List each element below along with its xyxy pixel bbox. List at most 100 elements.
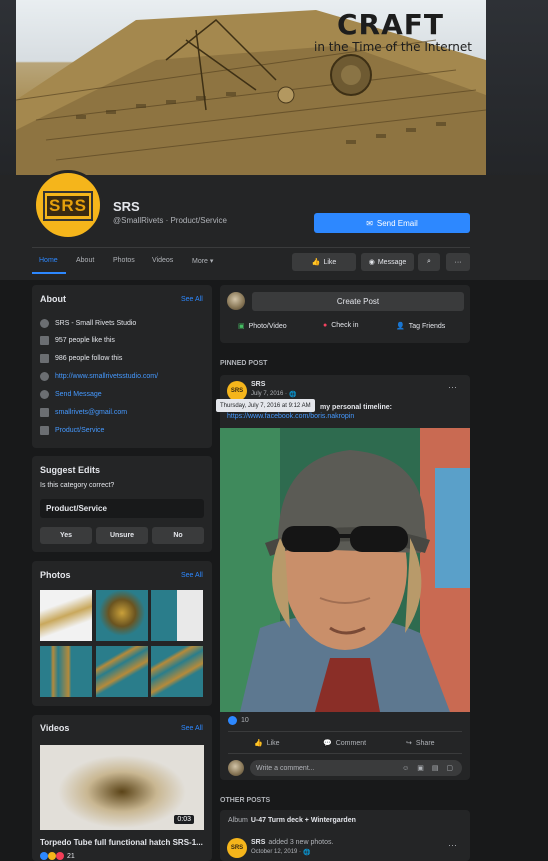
other-post-action: added 3 new photos.	[268, 839, 334, 846]
photo-thumbnail[interactable]	[151, 646, 203, 697]
search-button[interactable]: ⌕	[418, 253, 440, 271]
tab-about[interactable]: About	[76, 257, 94, 264]
like-page-button[interactable]: 👍 Like	[292, 253, 356, 271]
tab-videos[interactable]: Videos	[152, 257, 173, 264]
pinned-post-label: PINNED POST	[220, 360, 268, 367]
avatar-logo-text: SRS	[230, 845, 244, 851]
comment-icon: 💬	[323, 740, 332, 747]
search-icon: ⌕	[427, 258, 431, 265]
suggest-edits-title: Suggest Edits	[40, 465, 101, 475]
check-in-label: Check in	[331, 322, 359, 329]
send-email-label: Send Email	[376, 218, 418, 228]
like-reaction-icon	[40, 852, 48, 860]
videos-see-all-link[interactable]: See All	[181, 725, 203, 732]
tag-friends-icon: 👤	[396, 323, 405, 330]
post-author-name[interactable]: SRS	[251, 381, 265, 388]
check-in-action[interactable]: ● Check in	[323, 322, 358, 329]
more-options-button[interactable]: ···	[446, 253, 470, 271]
post-photo[interactable]	[220, 428, 470, 712]
yes-button[interactable]: Yes	[40, 527, 92, 544]
message-button[interactable]: ◉ Message	[361, 253, 414, 271]
video-thumbnail[interactable]: 0:03	[40, 745, 204, 830]
globe-icon: 🌐	[303, 850, 311, 856]
video-duration: 0:03	[174, 815, 194, 824]
about-title: About	[40, 294, 66, 304]
about-name-text: SRS - Small Rivets Studio	[55, 320, 137, 327]
website-link[interactable]: http://www.smallrivetsstudio.com/	[55, 373, 158, 380]
other-post-author[interactable]: SRS	[251, 839, 265, 846]
page-title[interactable]: SRS	[113, 199, 140, 214]
tab-photos[interactable]: Photos	[113, 257, 135, 264]
photo-video-label: Photo/Video	[248, 322, 287, 330]
messenger-icon: ◉	[368, 259, 375, 266]
commenter-avatar[interactable]	[228, 760, 244, 776]
cover-title: CRAFT	[336, 8, 444, 41]
post-reactions[interactable]: 10	[228, 716, 249, 725]
no-button[interactable]: No	[152, 527, 204, 544]
active-tab-indicator	[32, 272, 66, 274]
thumbs-up-icon	[40, 336, 49, 345]
unsure-button[interactable]: Unsure	[96, 527, 148, 544]
photo-icon: ▣	[238, 323, 245, 330]
portrait-photo	[220, 428, 470, 712]
photos-title: Photos	[40, 570, 71, 580]
about-row-likes: 957 people like this	[40, 336, 115, 345]
photo-thumbnail[interactable]	[40, 590, 92, 641]
photo-thumbnail[interactable]	[96, 590, 148, 641]
reaction-count: 10	[241, 717, 249, 724]
post-comment-button[interactable]: 💬 Comment	[323, 739, 366, 748]
page-logo-avatar[interactable]: SRS	[33, 170, 103, 240]
create-post-button[interactable]: Create Post	[252, 292, 464, 311]
category-answer: Product/Service	[40, 499, 204, 518]
header-divider	[32, 247, 470, 248]
photo-thumbnail[interactable]	[40, 646, 92, 697]
video-caption[interactable]: Torpedo Tube full functional hatch SRS-1…	[40, 838, 212, 847]
about-likes-text: 957 people like this	[55, 337, 115, 344]
message-label: Message	[377, 258, 407, 266]
about-row-message[interactable]: Send Message	[40, 390, 102, 399]
tab-more-label: More	[192, 258, 208, 265]
avatar-logo-text: SRS	[230, 388, 244, 394]
send-email-button[interactable]: ✉ Send Email	[314, 213, 470, 233]
post-like-button[interactable]: 👍 Like	[254, 739, 280, 748]
about-follows-text: 986 people follow this	[55, 355, 123, 362]
album-name[interactable]: U-47 Turm deck + Wintergarden	[251, 817, 356, 824]
cover-photo[interactable]: CRAFT in the Time of the Internet	[16, 0, 486, 175]
about-row-website[interactable]: http://www.smallrivetsstudio.com/	[40, 372, 158, 381]
email-link[interactable]: smallrivets@gmail.com	[55, 409, 127, 416]
comment-input[interactable]: Write a comment... ☺ ▣ ▤ ▢	[250, 760, 462, 776]
other-post-options-icon[interactable]: ···	[448, 840, 457, 850]
photo-thumbnail[interactable]	[96, 646, 148, 697]
tag-friends-label: Tag Friends	[408, 322, 446, 330]
about-row-email[interactable]: smallrivets@gmail.com	[40, 408, 127, 417]
envelope-icon: ✉	[366, 218, 373, 228]
tab-home[interactable]: Home	[39, 257, 58, 264]
user-avatar[interactable]	[227, 292, 245, 310]
globe-icon: 🌐	[289, 392, 297, 398]
post-divider	[228, 753, 462, 754]
photos-see-all-link[interactable]: See All	[181, 572, 203, 579]
other-post-author-avatar[interactable]: SRS	[227, 838, 247, 858]
album-title[interactable]: Album U-47 Turm deck + Wintergarden	[228, 817, 356, 824]
video-reactions: 21	[40, 852, 75, 860]
about-row-name: SRS - Small Rivets Studio	[40, 319, 136, 328]
tag-friends-action[interactable]: 👤 Tag Friends	[396, 322, 446, 331]
category-link[interactable]: Product/Service	[55, 427, 104, 434]
post-text: my personal timeline:	[320, 404, 392, 411]
photo-thumbnail[interactable]	[151, 590, 203, 641]
tab-more[interactable]: More ▾	[192, 257, 213, 265]
about-row-category[interactable]: Product/Service	[40, 426, 104, 435]
comment-tools-icons[interactable]: ☺ ▣ ▤ ▢	[402, 764, 456, 772]
about-see-all-link[interactable]: See All	[181, 296, 203, 303]
other-post-date[interactable]: October 12, 2019 · 🌐	[251, 849, 311, 856]
photo-video-action[interactable]: ▣ Photo/Video	[238, 322, 287, 331]
send-message-link[interactable]: Send Message	[55, 391, 102, 398]
post-share-label: Share	[415, 739, 435, 747]
other-post-header: SRS added 3 new photos.	[251, 839, 333, 846]
post-share-button[interactable]: ↪ Share	[406, 739, 435, 748]
post-link[interactable]: https://www.facebook.com/boris.nakropin	[227, 413, 354, 420]
post-date[interactable]: July 7, 2016 · 🌐	[251, 391, 297, 398]
post-author-avatar[interactable]: SRS	[227, 381, 247, 401]
like-label: Like	[323, 258, 337, 266]
post-options-icon[interactable]: ···	[448, 382, 457, 392]
